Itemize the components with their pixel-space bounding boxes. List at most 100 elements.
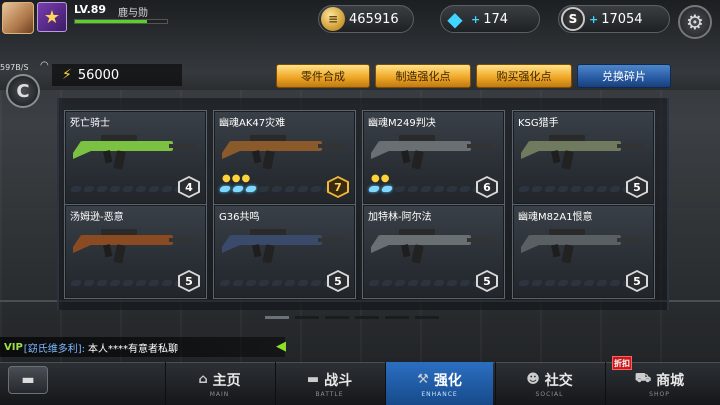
- pip: [82, 186, 96, 192]
- pip: [582, 280, 596, 286]
- pip: [380, 186, 394, 192]
- sale-badge: 折扣: [612, 356, 632, 370]
- level-badge: 5: [626, 270, 648, 292]
- level-value: 4: [180, 178, 198, 196]
- nav-sublabel: SOCIAL: [535, 390, 564, 398]
- weapon-card[interactable]: KSG猎手 5: [512, 110, 655, 205]
- pip: [595, 186, 609, 192]
- pip: [121, 186, 135, 192]
- diamond-counter[interactable]: ◆ + 174: [440, 5, 540, 33]
- pip: [82, 280, 96, 286]
- weapon-card[interactable]: 汤姆逊-恶意 5: [64, 204, 207, 299]
- nav-main[interactable]: ⌂ 主页 MAIN: [165, 362, 273, 405]
- level-value: 5: [628, 272, 646, 290]
- chat-message: 本人****有意者私聊: [87, 343, 178, 355]
- player-avatar[interactable]: [2, 2, 34, 34]
- level-badge: 5: [476, 270, 498, 292]
- pip: [309, 280, 323, 286]
- chat-ticker[interactable]: VIP [窈氏维多利]: 本人****有意者私聊: [0, 337, 285, 357]
- pip: [147, 280, 161, 286]
- player-level: LV.89: [74, 3, 107, 16]
- chat-expand-icon[interactable]: ◀: [276, 339, 286, 354]
- weapon-card[interactable]: 幽魂M82A1恨意 5: [512, 204, 655, 299]
- pip: [380, 280, 394, 286]
- level-value: 6: [478, 178, 496, 196]
- tab-buy-enhance-points[interactable]: 购买强化点: [476, 64, 572, 88]
- gold-counter[interactable]: ≡ 465916: [318, 5, 414, 33]
- weapon-image: [73, 135, 195, 170]
- tab-make-enhance-points[interactable]: 制造强化点: [375, 64, 471, 88]
- xp-bar: [74, 19, 168, 24]
- nav-label: 社交: [544, 372, 573, 389]
- network-speed: 597B/S: [0, 63, 29, 72]
- c-button[interactable]: C: [6, 74, 40, 108]
- pip: [530, 280, 544, 286]
- pip: [367, 280, 381, 286]
- weapon-card[interactable]: 幽魂M249判决 ●● 6: [362, 110, 505, 205]
- nav-battle[interactable]: ▬ 战斗 BATTLE: [275, 362, 383, 405]
- xp-fill: [75, 20, 147, 23]
- add-s-points-icon[interactable]: +: [589, 13, 598, 26]
- s-points-value: 17054: [601, 11, 643, 27]
- level-badge: 7: [327, 176, 349, 198]
- settings-gear-icon[interactable]: ⚙: [678, 5, 712, 39]
- pip: [160, 186, 174, 192]
- enhance-pips: [367, 280, 485, 286]
- pip: [406, 186, 420, 192]
- pip: [517, 186, 531, 192]
- level-value: 5: [628, 178, 646, 196]
- page-indicator: [265, 316, 439, 319]
- pip: [270, 280, 284, 286]
- pip: [134, 280, 148, 286]
- menu-icon[interactable]: ▬: [8, 366, 48, 394]
- weapon-card[interactable]: G36共鸣 5: [213, 204, 356, 299]
- pip: [257, 186, 271, 192]
- pip: [458, 186, 472, 192]
- pip: [432, 280, 446, 286]
- weapon-image: [73, 229, 195, 264]
- pip: [270, 186, 284, 192]
- enhance-pips: [218, 280, 336, 286]
- s-points-counter[interactable]: S + 17054: [558, 5, 670, 33]
- energy-value: 56000: [77, 67, 120, 83]
- add-diamond-icon[interactable]: +: [471, 13, 480, 26]
- star-rating: ●●: [371, 173, 391, 184]
- cart-icon: ⛟: [634, 371, 652, 386]
- pip: [69, 186, 83, 192]
- pip: [406, 280, 420, 286]
- page-dot: [325, 316, 349, 319]
- weapon-card[interactable]: 死亡骑士 4: [64, 110, 207, 205]
- pip: [257, 280, 271, 286]
- pip: [160, 280, 174, 286]
- pip: [543, 280, 557, 286]
- nav-label: 强化: [433, 372, 462, 389]
- pip: [231, 280, 245, 286]
- diamond-icon: ◆: [447, 7, 463, 31]
- pip: [608, 280, 622, 286]
- tab-exchange-fragments[interactable]: 兑换碎片: [577, 64, 671, 88]
- enhance-pips: [367, 186, 485, 192]
- lightning-icon: ⚡: [62, 67, 72, 83]
- weapon-image: [222, 135, 344, 170]
- pip: [393, 280, 407, 286]
- pip: [95, 280, 109, 286]
- nav-sublabel: ENHANCE: [421, 390, 458, 398]
- pip: [296, 186, 310, 192]
- level-value: 5: [180, 272, 198, 290]
- pip: [445, 280, 459, 286]
- weapon-card[interactable]: 加特林-阿尔法 5: [362, 204, 505, 299]
- pip: [543, 186, 557, 192]
- weapon-card[interactable]: 幽魂AK47灾难 ●●● 7: [213, 110, 356, 205]
- pip: [296, 280, 310, 286]
- nav-enhance[interactable]: ⚒ 强化 ENHANCE: [385, 362, 493, 405]
- vip-tag: VIP: [4, 341, 23, 353]
- level-badge: 5: [626, 176, 648, 198]
- nav-label: 商城: [656, 372, 685, 389]
- chat-channel: [窈氏维多利]:: [23, 343, 85, 355]
- tab-part-synthesis[interactable]: 零件合成: [276, 64, 370, 88]
- pip: [244, 186, 258, 192]
- nav-social[interactable]: ☻ 社交 SOCIAL: [495, 362, 603, 405]
- level-value: 5: [478, 272, 496, 290]
- pip: [569, 186, 583, 192]
- level-badge: 4: [178, 176, 200, 198]
